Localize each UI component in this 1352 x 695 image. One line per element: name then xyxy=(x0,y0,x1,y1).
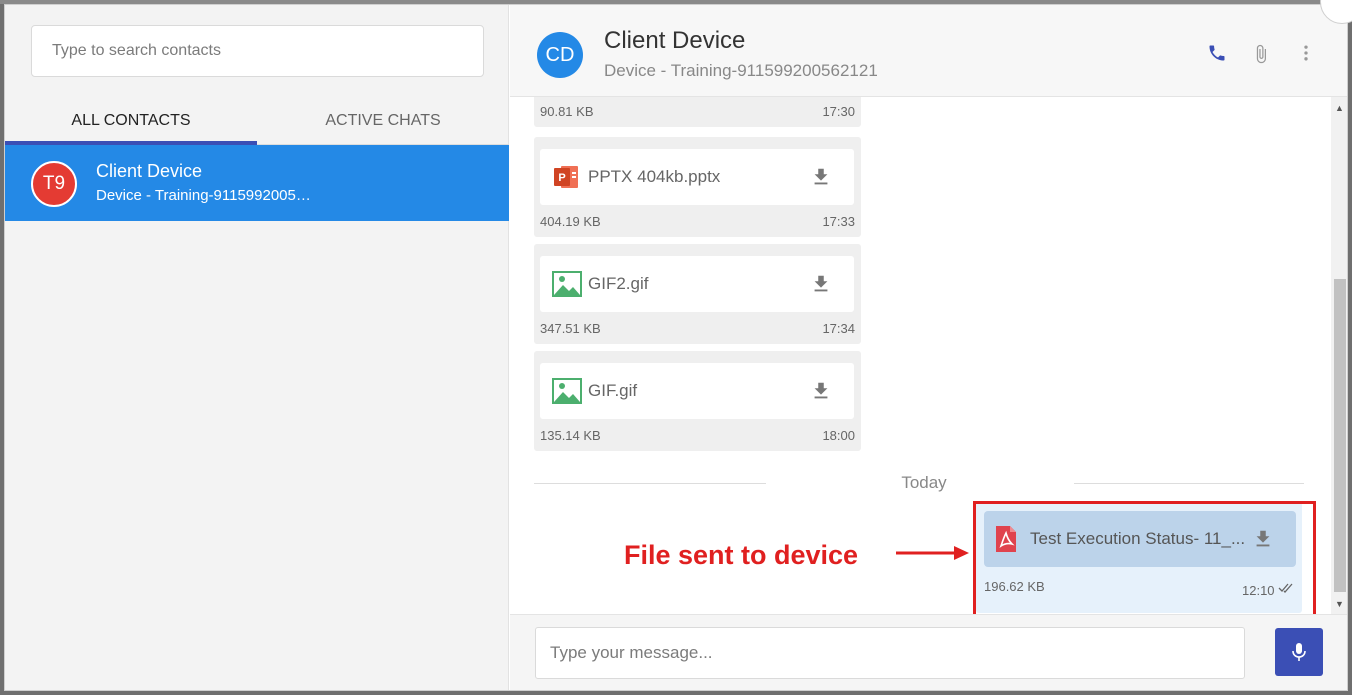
chat-avatar: CD xyxy=(537,32,583,78)
tab-all-contacts[interactable]: ALL CONTACTS xyxy=(5,97,257,145)
message-time: 17:34 xyxy=(822,321,855,336)
file-size: 404.19 KB xyxy=(540,214,601,229)
contact-name: Client Device xyxy=(96,161,203,181)
message-input[interactable] xyxy=(535,627,1245,679)
more-vert-icon[interactable] xyxy=(1296,43,1316,68)
file-name: GIF2.gif xyxy=(588,274,649,293)
annotation-label: File sent to device xyxy=(624,540,859,570)
message-time: 18:00 xyxy=(822,428,855,443)
message-file: P PPTX 404kb.pptx 404.19 KB 17:33 xyxy=(534,137,861,237)
chat-modal: ALL CONTACTS ACTIVE CHATS T9 Client Devi… xyxy=(4,4,1348,691)
image-file-icon xyxy=(552,270,582,303)
message-file: 90.81 KB 17:30 xyxy=(534,97,861,127)
file-size: 347.51 KB xyxy=(540,321,601,336)
contact-subtitle: Device - Training-9115992005… xyxy=(96,187,311,204)
messages-area: 90.81 KB 17:30 P PPTX 404kb.pptx 404.19 … xyxy=(510,97,1331,614)
scrollbar-thumb[interactable] xyxy=(1334,279,1346,592)
file-size: 90.81 KB xyxy=(540,104,594,119)
file-name: GIF.gif xyxy=(588,381,638,400)
contact-tabs: ALL CONTACTS ACTIVE CHATS xyxy=(5,97,509,145)
tab-active-chats[interactable]: ACTIVE CHATS xyxy=(257,97,509,145)
chat-title: Client Device xyxy=(604,27,746,54)
mic-button[interactable] xyxy=(1275,628,1323,676)
contact-item-client-device[interactable]: T9 Client Device Device - Training-91159… xyxy=(5,145,509,221)
contact-avatar: T9 xyxy=(31,161,77,207)
message-time: 17:33 xyxy=(822,214,855,229)
file-size: 135.14 KB xyxy=(540,428,601,443)
annotation-highlight-box xyxy=(973,501,1316,614)
phone-icon[interactable] xyxy=(1207,43,1227,68)
annotation-arrow-icon xyxy=(896,545,970,566)
attachment-icon[interactable] xyxy=(1251,43,1271,70)
pptx-file-icon: P xyxy=(552,163,580,196)
search-contacts-input[interactable] xyxy=(31,25,484,77)
scroll-up-icon[interactable]: ▲ xyxy=(1335,103,1344,113)
message-time: 17:30 xyxy=(822,104,855,119)
file-name: PPTX 404kb.pptx xyxy=(588,167,721,186)
mic-icon xyxy=(1291,642,1307,667)
file-card: GIF2.gif xyxy=(540,256,854,312)
compose-bar xyxy=(510,614,1347,690)
download-icon[interactable] xyxy=(810,379,832,408)
svg-text:P: P xyxy=(558,172,565,184)
download-icon[interactable] xyxy=(810,165,832,194)
file-card: P PPTX 404kb.pptx xyxy=(540,149,854,205)
download-icon[interactable] xyxy=(810,272,832,301)
date-separator: Today xyxy=(534,471,1304,495)
file-card: GIF.gif xyxy=(540,363,854,419)
message-file: GIF.gif 135.14 KB 18:00 xyxy=(534,351,861,451)
chat-subtitle: Device - Training-911599200562121 xyxy=(604,61,878,80)
separator-line xyxy=(1074,483,1304,484)
chat-header: CD Client Device Device - Training-91159… xyxy=(510,5,1347,97)
separator-line xyxy=(534,483,766,484)
scroll-down-icon[interactable]: ▼ xyxy=(1335,599,1344,609)
messages-scrollbar[interactable]: ▲ ▼ xyxy=(1331,97,1347,614)
contacts-panel: ALL CONTACTS ACTIVE CHATS T9 Client Devi… xyxy=(5,5,509,690)
message-file: GIF2.gif 347.51 KB 17:34 xyxy=(534,244,861,344)
date-label: Today xyxy=(901,473,947,492)
image-file-icon xyxy=(552,377,582,410)
